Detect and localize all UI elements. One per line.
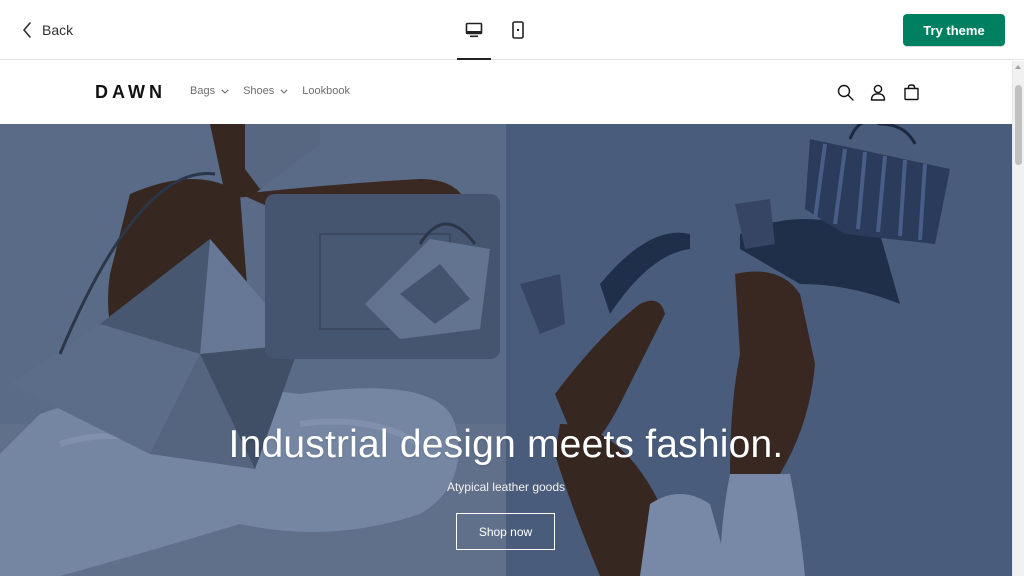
hero-banner: Industrial design meets fashion. Atypica… [0,124,1012,576]
store-logo[interactable]: DAWN [95,82,166,103]
nav-item-label: Bags [190,85,216,97]
store-nav: Bags Shoes Lookbook [190,85,350,97]
scroll-thumb[interactable] [1015,85,1022,165]
mobile-view-button[interactable] [501,0,535,60]
preview-scrollbar[interactable] [1012,61,1024,576]
try-theme-button[interactable]: Try theme [903,14,1005,46]
account-button[interactable] [868,82,888,102]
header-icons [835,82,921,102]
chevron-left-icon [23,22,31,38]
cart-icon [903,83,919,100]
search-button[interactable] [835,82,855,102]
nav-item-lookbook[interactable]: Lookbook [302,85,350,97]
nav-item-bags[interactable]: Bags [190,85,229,97]
hero-heading: Industrial design meets fashion. [228,423,784,466]
store-header: DAWN Bags Shoes Lookbook [0,61,1012,124]
nav-item-label: Shoes [243,85,275,97]
chevron-down-icon [221,88,229,94]
cart-button[interactable] [901,82,921,102]
back-button[interactable]: Back [22,18,73,42]
hero-subheading: Atypical leather goods [446,480,566,494]
desktop-icon [465,22,483,38]
nav-item-label: Lookbook [302,85,350,97]
shop-now-button[interactable]: Shop now [456,513,555,550]
storefront-preview: DAWN Bags Shoes Lookbook Industrial desi… [0,61,1012,576]
desktop-view-button[interactable] [457,0,491,60]
back-label: Back [42,22,74,38]
scroll-up-arrow[interactable] [1015,65,1021,69]
device-toggle [457,0,535,60]
mobile-icon [512,21,524,39]
nav-item-shoes[interactable]: Shoes [243,85,288,97]
hero-overlay [0,124,1012,576]
chevron-down-icon [280,88,288,94]
account-icon [870,84,886,101]
search-icon [837,84,854,101]
preview-toolbar: Back Try theme [0,0,1024,60]
